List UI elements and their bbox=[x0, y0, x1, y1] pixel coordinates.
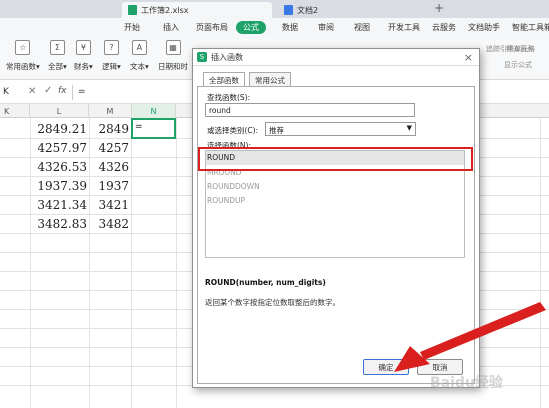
new-tab-button[interactable]: + bbox=[434, 1, 444, 15]
watermark: Baidu经验 bbox=[430, 375, 503, 391]
menu-home[interactable]: 开始 bbox=[124, 22, 140, 33]
highlight-box bbox=[198, 147, 473, 171]
word-file-icon bbox=[284, 5, 293, 15]
column-header-k[interactable]: K bbox=[0, 104, 30, 118]
document-tab-bar: 工作簿2.xlsx 文档2 + bbox=[0, 0, 549, 18]
menu-insert[interactable]: 插入 bbox=[163, 22, 179, 33]
search-label: 查找函数(S): bbox=[207, 93, 251, 102]
cell-m1[interactable]: 2849 bbox=[89, 122, 129, 136]
function-item-roundup[interactable]: ROUNDUP bbox=[207, 196, 245, 205]
tab-all-functions[interactable]: 全部函数 bbox=[203, 72, 245, 87]
text-button[interactable]: A 文本▾ bbox=[130, 40, 149, 72]
tab-label: 文档2 bbox=[297, 5, 319, 15]
spreadsheet-file-icon bbox=[128, 5, 137, 15]
cell-m5[interactable]: 3421 bbox=[89, 198, 129, 212]
cell-m2[interactable]: 4257 bbox=[89, 141, 129, 155]
category-label: 或选择类别(C): bbox=[207, 126, 259, 135]
cancel-x-icon[interactable]: ✕ bbox=[28, 86, 36, 97]
calendar-icon: ▦ bbox=[165, 40, 181, 55]
common-functions-button[interactable]: ☆ 常用函数▾ bbox=[6, 40, 40, 72]
menu-review[interactable]: 审阅 bbox=[318, 22, 334, 33]
sigma-icon: Σ bbox=[49, 40, 65, 55]
menu-bar: 开始 插入 页面布局 公式 数据 审阅 视图 开发工具 云服务 文档助手 智能工… bbox=[0, 18, 549, 38]
active-cell-n1[interactable]: = bbox=[131, 118, 176, 139]
wps-logo-icon: S bbox=[197, 52, 207, 62]
menu-developer[interactable]: 开发工具 bbox=[388, 22, 420, 33]
column-header-m[interactable]: M bbox=[89, 104, 132, 118]
tab-common-formulas[interactable]: 常用公式 bbox=[249, 72, 291, 86]
function-item-rounddown[interactable]: ROUNDDOWN bbox=[207, 182, 260, 191]
tab-label: 工作簿2.xlsx bbox=[141, 5, 189, 15]
cell-m6[interactable]: 3482 bbox=[89, 217, 129, 231]
cell-l4[interactable]: 1937.39 bbox=[30, 179, 87, 193]
cell-l2[interactable]: 4257.97 bbox=[30, 141, 87, 155]
cell-l3[interactable]: 4326.53 bbox=[30, 160, 87, 174]
menu-smart-toolbox[interactable]: 智能工具箱 bbox=[512, 22, 549, 33]
fx-icon[interactable]: fx bbox=[58, 86, 67, 96]
cell-l5[interactable]: 3421.34 bbox=[30, 198, 87, 212]
category-select[interactable]: 推荐 ▼ bbox=[265, 122, 416, 136]
star-icon: ☆ bbox=[15, 40, 31, 55]
column-header-l[interactable]: L bbox=[30, 104, 89, 118]
finance-button[interactable]: ¥ 财务▾ bbox=[74, 40, 93, 72]
column-header-n[interactable]: N bbox=[132, 104, 176, 118]
date-time-button[interactable]: ▦ 日期和时 bbox=[158, 40, 188, 72]
menu-view[interactable]: 视图 bbox=[354, 22, 370, 33]
active-cell-value: = bbox=[135, 122, 143, 132]
logic-button[interactable]: ? 逻辑▾ bbox=[102, 40, 121, 72]
logic-icon: ? bbox=[103, 40, 119, 55]
menu-data[interactable]: 数据 bbox=[282, 22, 298, 33]
formula-input[interactable]: = bbox=[78, 87, 86, 97]
tab-workbook2[interactable]: 工作簿2.xlsx bbox=[122, 2, 272, 18]
category-value: 推荐 bbox=[269, 126, 284, 135]
search-input[interactable]: round bbox=[205, 103, 415, 117]
function-description: 返回某个数字按指定位数取整后的数字。 bbox=[205, 298, 340, 307]
chevron-down-icon: ▼ bbox=[406, 124, 412, 132]
formula-divider bbox=[72, 85, 73, 100]
all-functions-button[interactable]: Σ 全部▾ bbox=[48, 40, 67, 72]
finance-icon: ¥ bbox=[75, 40, 91, 55]
close-icon[interactable]: × bbox=[464, 51, 473, 64]
menu-doc-assistant[interactable]: 文档助手 bbox=[468, 22, 500, 33]
menu-cloud[interactable]: 云服务 bbox=[432, 22, 456, 33]
cell-l6[interactable]: 3482.83 bbox=[30, 217, 87, 231]
annotation-arrow bbox=[394, 302, 546, 372]
menu-page-layout[interactable]: 页面布局 bbox=[196, 22, 228, 33]
tab-document2[interactable]: 文档2 bbox=[278, 2, 428, 18]
dialog-title-bar: S 插入函数 bbox=[193, 49, 479, 66]
dialog-title: 插入函数 bbox=[211, 52, 243, 62]
name-box[interactable]: K bbox=[3, 87, 9, 97]
text-icon: A bbox=[131, 40, 147, 55]
function-signature: ROUND(number, num_digits) bbox=[205, 278, 326, 287]
remove-arrows-button[interactable]: 移去箭头 bbox=[506, 44, 534, 54]
show-formulas-button[interactable]: 显示公式 bbox=[504, 60, 532, 70]
cell-m3[interactable]: 4326 bbox=[89, 160, 129, 174]
confirm-check-icon[interactable]: ✓ bbox=[44, 85, 52, 96]
cell-l1[interactable]: 2849.21 bbox=[30, 122, 87, 136]
cell-m4[interactable]: 1937 bbox=[89, 179, 129, 193]
menu-formulas[interactable]: 公式 bbox=[236, 21, 266, 34]
